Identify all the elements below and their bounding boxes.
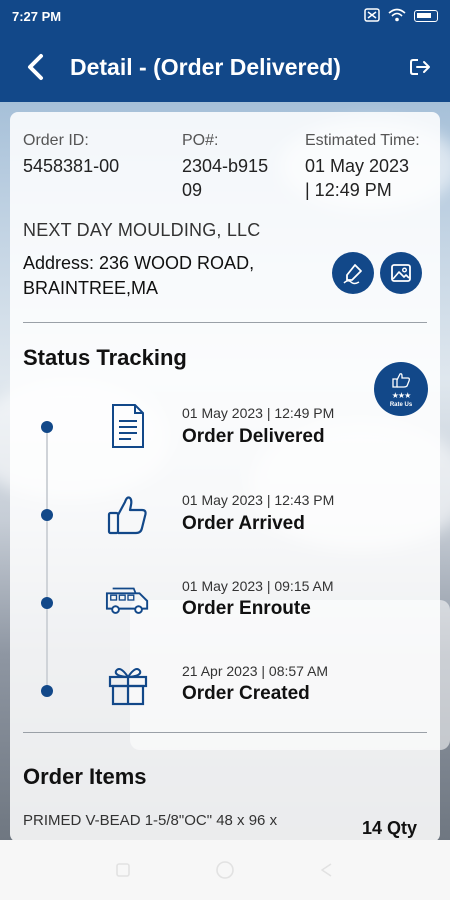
logout-icon — [410, 59, 430, 75]
triangle-back-icon — [321, 863, 332, 877]
order-items-title: Order Items — [23, 764, 147, 789]
rate-stars-icon: ★★★ — [391, 390, 411, 400]
po-value-line1: 2304-b915 — [182, 156, 269, 176]
po-block: PO#: 2304-b915 09 — [182, 130, 268, 202]
detail-card: Order ID: 5458381-00 PO#: 2304-b915 09 E… — [10, 112, 440, 842]
back-button[interactable] — [0, 32, 70, 102]
address-line1: Address: 236 WOOD ROAD, — [23, 253, 255, 273]
order-id-block: Order ID: 5458381-00 — [23, 130, 119, 178]
timeline-dot — [41, 509, 53, 521]
status-bar: 7:27 PM — [0, 0, 450, 32]
step-time: 01 May 2023 | 12:49 PM — [182, 405, 335, 421]
order-id-label: Order ID: — [23, 132, 89, 149]
po-value-line2: 09 — [182, 180, 203, 200]
status-tracking-title: Status Tracking — [23, 345, 187, 370]
divider — [23, 732, 427, 733]
page-title: Detail - (Order Delivered) — [70, 53, 341, 80]
address-line2: BRAINTREE,MA — [23, 278, 159, 298]
step-time: 21 Apr 2023 | 08:57 AM — [182, 663, 329, 679]
order-item-qty: 14 Qty — [362, 818, 418, 838]
eta-value-line1: 01 May 2023 — [305, 156, 410, 176]
battery-icon — [414, 10, 438, 22]
app-bar: Detail - (Order Delivered) — [0, 32, 450, 102]
image-icon — [391, 264, 411, 282]
circle-icon — [216, 861, 234, 879]
back-nav-button[interactable] — [316, 859, 338, 881]
gift-icon — [105, 662, 151, 708]
eta-label: Estimated Time: — [305, 132, 420, 149]
order-id-value: 5458381-00 — [23, 156, 120, 176]
recents-button[interactable] — [112, 859, 134, 881]
timeline-dot — [41, 421, 53, 433]
logout-button[interactable] — [390, 32, 450, 102]
eta-value-line2: | 12:49 PM — [305, 180, 392, 200]
square-icon — [116, 863, 130, 877]
step-title: Order Arrived — [182, 513, 305, 534]
chevron-left-icon — [28, 54, 43, 80]
step-title: Order Created — [182, 683, 310, 704]
rate-us-label: Rate Us — [389, 401, 413, 408]
system-nav-bar — [0, 840, 450, 900]
step-time: 01 May 2023 | 09:15 AM — [182, 578, 334, 594]
status-time: 7:27 PM — [12, 8, 62, 24]
eta-block: Estimated Time: 01 May 2023 | 12:49 PM — [305, 130, 420, 202]
wifi-icon — [388, 8, 406, 25]
rate-thumb-icon — [392, 372, 410, 388]
truck-icon — [105, 577, 151, 623]
step-title: Order Delivered — [182, 426, 325, 447]
home-button[interactable] — [214, 859, 236, 881]
sim-icon — [364, 7, 380, 25]
company-name: NEXT DAY MOULDING, LLC — [23, 220, 261, 240]
photo-button[interactable] — [380, 252, 422, 294]
thumbs-up-icon — [105, 492, 151, 538]
divider — [23, 322, 427, 323]
rate-us-button[interactable]: ★★★ Rate Us — [374, 362, 428, 416]
step-time: 01 May 2023 | 12:43 PM — [182, 492, 335, 508]
signature-icon — [343, 264, 362, 285]
timeline-dot — [41, 597, 53, 609]
signature-button[interactable] — [332, 252, 374, 294]
timeline-line — [46, 427, 48, 692]
order-item-name: PRIMED V-BEAD 1-5/8"OC" 48 x 96 x — [23, 812, 278, 829]
timeline-dot — [41, 685, 53, 697]
document-icon — [105, 403, 151, 449]
po-label: PO#: — [182, 132, 219, 149]
step-title: Order Enroute — [182, 598, 311, 619]
address: Address: 236 WOOD ROAD, BRAINTREE,MA — [23, 251, 313, 301]
